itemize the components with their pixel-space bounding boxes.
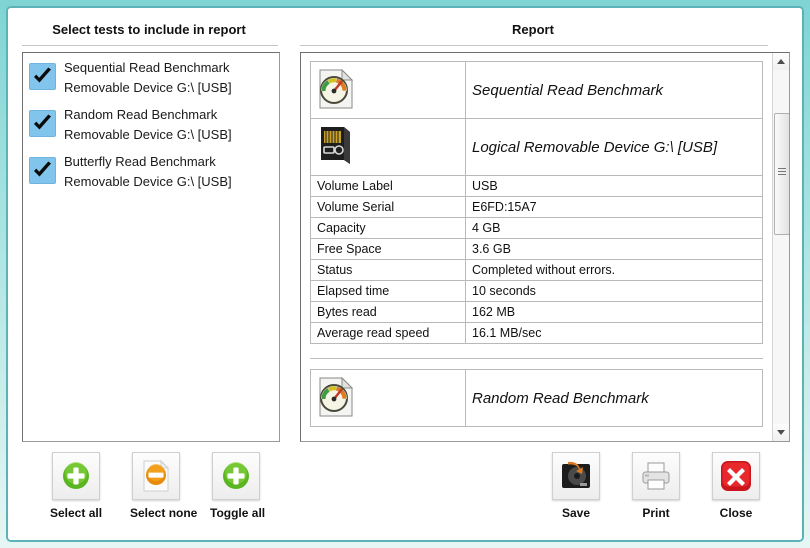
checkbox-checked-icon[interactable]: [29, 157, 56, 184]
row-value: USB: [465, 175, 763, 197]
save-label: Save: [561, 506, 591, 520]
report-block: Sequential Read Benchmark Logical Remova…: [310, 61, 763, 344]
table-row: Sequential Read Benchmark: [310, 61, 763, 119]
row-key: Average read speed: [310, 322, 466, 344]
memory-card-icon: [317, 126, 355, 170]
report-block: Random Read Benchmark: [310, 369, 763, 427]
save-button[interactable]: Save: [550, 452, 602, 520]
row-key: Bytes read: [310, 301, 466, 323]
row-value: 162 MB: [465, 301, 763, 323]
list-item[interactable]: Random Read Benchmark Removable Device G…: [23, 100, 279, 147]
triangle-up-glyph: [777, 59, 785, 64]
window-content: Select tests to include in report Report…: [8, 8, 802, 540]
gauge-document-icon: [317, 376, 355, 421]
row-value: 10 seconds: [465, 280, 763, 302]
device-icon-cell: [310, 118, 466, 176]
table-row: Elapsed time 10 seconds: [310, 280, 763, 302]
checkbox-checked-icon[interactable]: [29, 110, 56, 137]
list-item-text: Butterfly Read Benchmark Removable Devic…: [64, 150, 232, 192]
row-value: 3.6 GB: [465, 238, 763, 260]
save-disk-icon: [552, 452, 600, 500]
benchmark-title: Random Read Benchmark: [465, 369, 763, 427]
row-value: Completed without errors.: [465, 259, 763, 281]
selection-tools: Select all Select none Toggle all: [50, 452, 266, 520]
list-item-text: Sequential Read Benchmark Removable Devi…: [64, 56, 232, 98]
select-none-label: Select none: [130, 506, 198, 520]
toggle-all-label: Toggle all: [210, 506, 266, 520]
toggle-all-button[interactable]: Toggle all: [210, 452, 266, 520]
table-row: Logical Removable Device G:\ [USB]: [310, 118, 763, 176]
table-row: Volume Serial E6FD:15A7: [310, 196, 763, 218]
list-item-name: Random Read Benchmark: [64, 107, 218, 122]
table-row: Free Space 3.6 GB: [310, 238, 763, 260]
list-item-name: Sequential Read Benchmark: [64, 60, 230, 75]
list-item-device: Removable Device G:\ [USB]: [64, 127, 232, 142]
table-row: Average read speed 16.1 MB/sec: [310, 322, 763, 344]
green-plus-icon: [212, 452, 260, 500]
scrollbar-grip-icon: [778, 168, 786, 175]
row-value: 4 GB: [465, 217, 763, 239]
bottom-toolbar: Select all Select none Toggle all Save P…: [8, 452, 802, 540]
table-row: Status Completed without errors.: [310, 259, 763, 281]
scroll-down-arrow-icon[interactable]: [773, 424, 789, 441]
list-item[interactable]: Butterfly Read Benchmark Removable Devic…: [23, 147, 279, 194]
report-panel-title: Report: [512, 22, 554, 37]
gauge-document-icon: [317, 68, 355, 113]
report-block-separator: [310, 358, 763, 359]
list-item-device: Removable Device G:\ [USB]: [64, 174, 232, 189]
close-label: Close: [719, 506, 753, 520]
report-scrollbar[interactable]: [772, 53, 789, 441]
left-panel-title: Select tests to include in report: [52, 22, 246, 37]
list-item-device: Removable Device G:\ [USB]: [64, 80, 232, 95]
table-row: Volume Label USB: [310, 175, 763, 197]
triangle-down-glyph: [777, 430, 785, 435]
orange-minus-document-icon: [132, 452, 180, 500]
device-title: Logical Removable Device G:\ [USB]: [465, 118, 763, 176]
list-item[interactable]: Sequential Read Benchmark Removable Devi…: [23, 53, 279, 100]
row-key: Free Space: [310, 238, 466, 260]
table-row: Random Read Benchmark: [310, 369, 763, 427]
select-none-button[interactable]: Select none: [130, 452, 198, 520]
printer-icon: [632, 452, 680, 500]
row-key: Capacity: [310, 217, 466, 239]
close-button[interactable]: Close: [710, 452, 762, 520]
action-tools: Save Print Close: [550, 452, 762, 520]
list-item-name: Butterfly Read Benchmark: [64, 154, 216, 169]
row-key: Elapsed time: [310, 280, 466, 302]
table-row: Capacity 4 GB: [310, 217, 763, 239]
benchmark-title: Sequential Read Benchmark: [465, 61, 763, 119]
scroll-up-arrow-icon[interactable]: [773, 53, 789, 70]
report-panel[interactable]: Sequential Read Benchmark Logical Remova…: [300, 52, 790, 442]
benchmark-icon-cell: [310, 369, 466, 427]
table-row: Bytes read 162 MB: [310, 301, 763, 323]
row-key: Volume Serial: [310, 196, 466, 218]
checkbox-checked-icon[interactable]: [29, 63, 56, 90]
report-document: Sequential Read Benchmark Logical Remova…: [301, 53, 772, 427]
report-scroll-view[interactable]: Sequential Read Benchmark Logical Remova…: [301, 53, 772, 441]
select-all-button[interactable]: Select all: [50, 452, 102, 520]
benchmark-icon-cell: [310, 61, 466, 119]
green-plus-icon: [52, 452, 100, 500]
row-key: Volume Label: [310, 175, 466, 197]
print-label: Print: [642, 506, 670, 520]
row-key: Status: [310, 259, 466, 281]
row-value: 16.1 MB/sec: [465, 322, 763, 344]
left-title-divider: [22, 45, 278, 46]
test-list[interactable]: Sequential Read Benchmark Removable Devi…: [22, 52, 280, 442]
row-value: E6FD:15A7: [465, 196, 763, 218]
report-window: Select tests to include in report Report…: [6, 6, 804, 542]
scrollbar-thumb[interactable]: [774, 113, 789, 235]
report-title-divider: [300, 45, 768, 46]
print-button[interactable]: Print: [630, 452, 682, 520]
select-all-label: Select all: [50, 506, 103, 520]
list-item-text: Random Read Benchmark Removable Device G…: [64, 103, 232, 145]
red-x-icon: [712, 452, 760, 500]
